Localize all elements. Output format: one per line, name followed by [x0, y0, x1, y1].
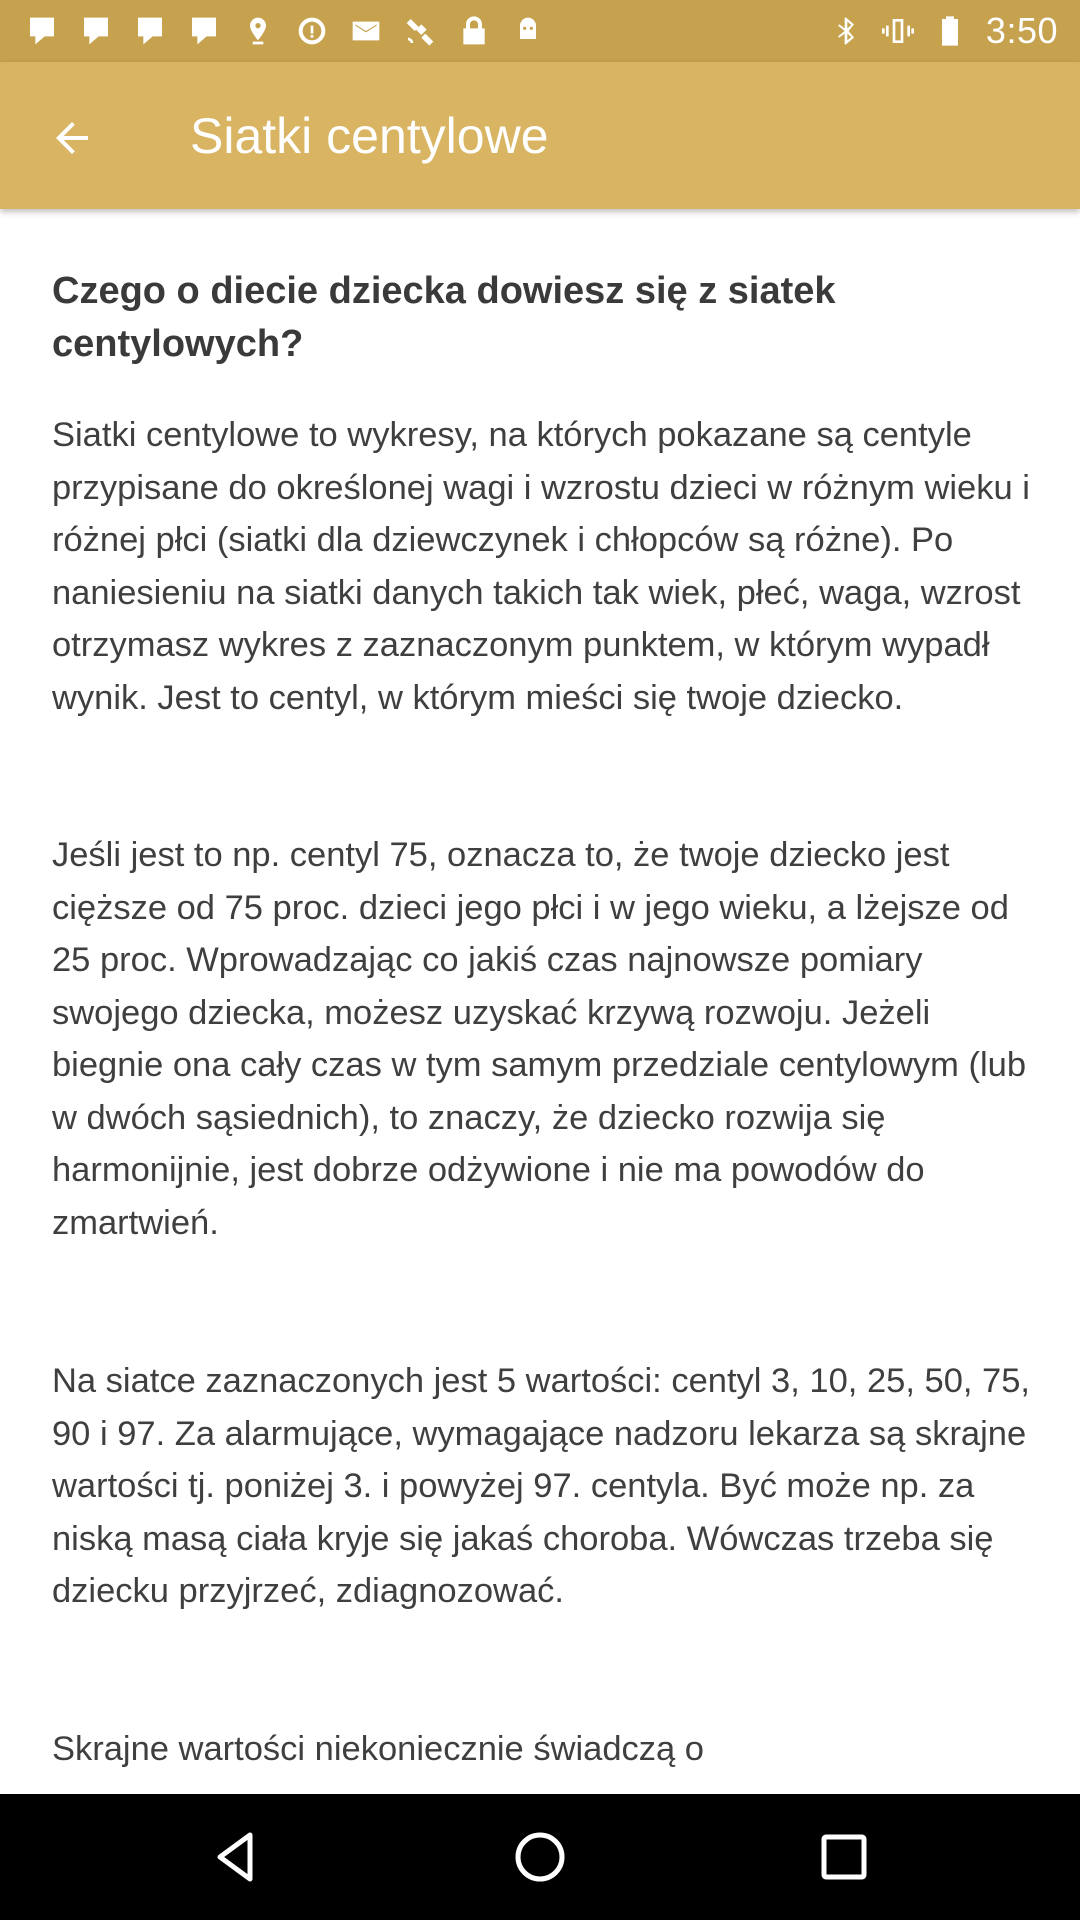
notification-icons [26, 10, 544, 52]
recents-square-icon [821, 1834, 867, 1880]
bluetooth-icon [830, 15, 862, 47]
navigation-bar [0, 1794, 1080, 1920]
article-scroll-area[interactable]: Czego o diecie dziecka dowiesz się z sia… [0, 209, 1080, 1794]
location-pin-icon [242, 15, 274, 47]
nav-back-button[interactable] [196, 1817, 276, 1897]
article-heading: Czego o diecie dziecka dowiesz się z sia… [52, 270, 836, 365]
email-icon [350, 15, 382, 47]
article-paragraph: Na siatce zaznaczonych jest 5 wartości: … [52, 1362, 1031, 1610]
app-bar: Siatki centylowe [0, 62, 1080, 209]
battery-icon [934, 15, 966, 47]
notification-icon [26, 15, 58, 47]
notification-icon [80, 15, 112, 47]
article-paragraph: Siatki centylowe to wykresy, na których … [52, 416, 1030, 717]
notification-icon [134, 15, 166, 47]
page-title: Siatki centylowe [190, 108, 549, 164]
home-circle-icon [515, 1832, 565, 1882]
status-time: 3:50 [985, 10, 1058, 51]
article-paragraph: Jeśli jest to np. centyl 75, oznacza to,… [52, 836, 1027, 1242]
lock-icon [458, 15, 490, 47]
android-icon [512, 15, 544, 47]
notification-icon [188, 15, 220, 47]
vibrate-icon [881, 15, 914, 47]
status-bar: 3:50 [0, 0, 1080, 62]
article-paragraph: Skrajne wartości niekoniecznie świadczą … [52, 1730, 704, 1768]
nav-home-button[interactable] [500, 1817, 580, 1897]
arrow-left-icon [56, 122, 88, 154]
back-button[interactable] [36, 102, 108, 174]
system-icons: 3:50 [830, 10, 1058, 52]
sync-icon [296, 15, 328, 47]
back-triangle-icon [217, 1832, 253, 1882]
nav-recents-button[interactable] [804, 1817, 884, 1897]
satellite-icon [404, 15, 436, 47]
